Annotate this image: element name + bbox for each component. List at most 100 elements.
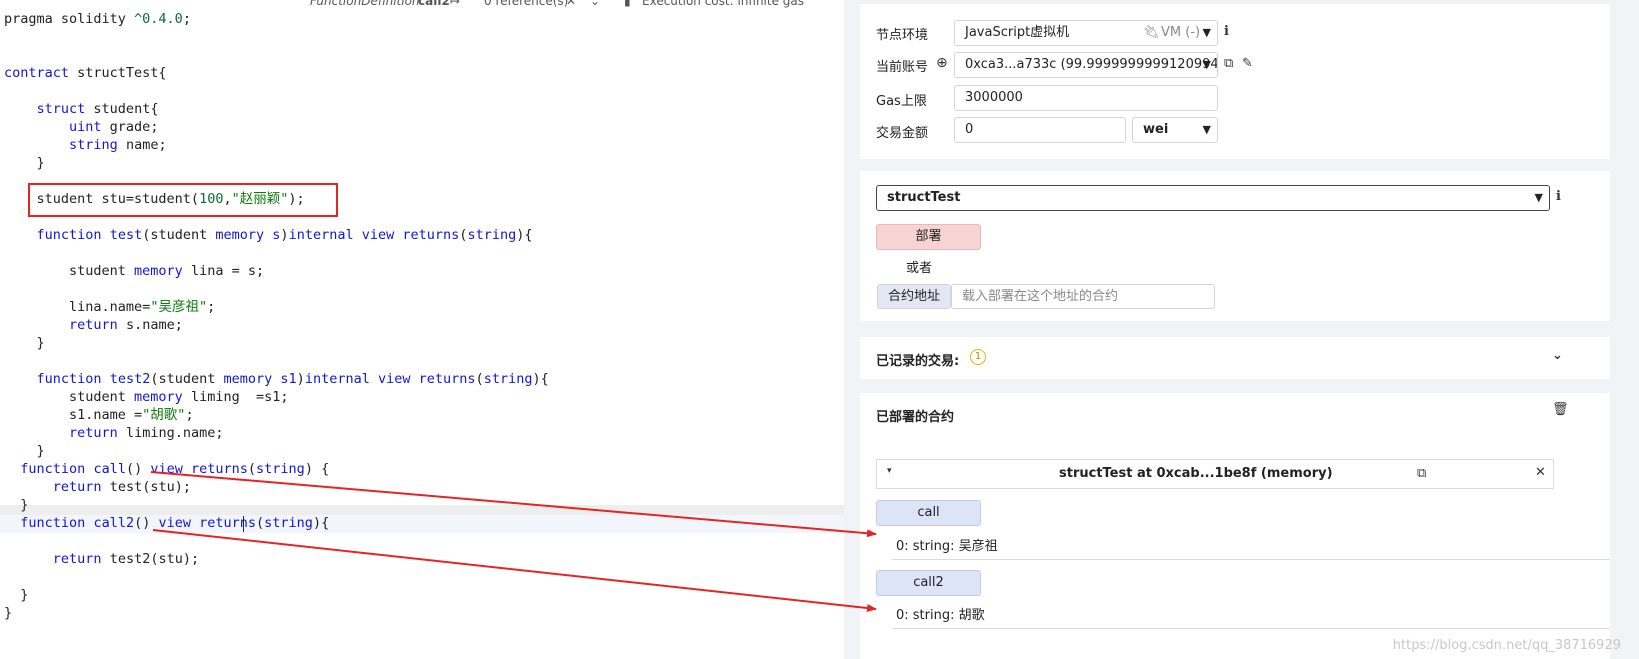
code-token: () (134, 515, 159, 531)
close-icon[interactable]: ✕ (566, 0, 576, 8)
code-token: ){ (312, 515, 330, 531)
value-label: 交易金额 (876, 126, 929, 141)
transactions-card[interactable]: 已记录的交易: 1 ⌄ (860, 337, 1610, 379)
code-token: } (4, 497, 29, 513)
call2-function-button[interactable]: call2 (876, 570, 981, 596)
code-line[interactable]: function test2(student memory s1)interna… (4, 370, 549, 388)
value-unit: wei (1143, 122, 1169, 137)
code-token: } (4, 443, 45, 459)
code-line[interactable]: pragma solidity ^0.4.0; (4, 10, 191, 28)
code-token: memory (215, 227, 265, 243)
code-token: ( (475, 371, 484, 387)
code-line[interactable]: } (4, 496, 28, 514)
code-token: s.name; (117, 317, 183, 333)
code-line[interactable]: student memory lina = s; (4, 262, 264, 280)
code-token: test(stu); (101, 479, 191, 495)
code-token: test2(stu); (101, 551, 200, 567)
code-token: pragma solidity (4, 11, 135, 27)
code-line[interactable]: return liming.name; (4, 424, 223, 442)
call-function-button[interactable]: call (876, 500, 981, 526)
info-icon[interactable]: i (1556, 189, 1561, 204)
code-token: name; (117, 137, 167, 153)
code-line[interactable]: struct student{ (4, 100, 159, 118)
code-token: struct (36, 101, 86, 117)
code-line[interactable]: function test(student memory s)internal … (4, 226, 533, 244)
code-line[interactable]: } (4, 334, 45, 352)
info-icon[interactable]: i (1224, 24, 1229, 39)
deploy-button[interactable]: 部署 (876, 224, 981, 250)
code-line[interactable]: s1.name ="胡歌"; (4, 406, 194, 424)
account-select[interactable]: 0xca3...a733c (99.9999999999120994 ▼ (954, 52, 1218, 78)
code-token: } (4, 605, 13, 621)
chevron-down-icon: ▼ (1202, 58, 1211, 71)
code-line[interactable]: } (4, 154, 45, 172)
env-value: JavaScript虚拟机 (965, 25, 1070, 40)
trash-icon[interactable]: 🗑︎ (1552, 402, 1569, 417)
chevron-down-icon[interactable]: ⌄ (590, 0, 600, 8)
code-line[interactable]: function call2() view returns(string){ (4, 514, 329, 532)
code-line[interactable]: return test(stu); (4, 478, 191, 496)
code-token: ) (280, 227, 289, 243)
code-line[interactable]: function call() view returns(string) { (4, 460, 329, 478)
call-result: 0: string: 吴彦祖 (896, 539, 998, 554)
code-token: return (52, 551, 102, 567)
code-token: returns (191, 461, 248, 477)
caret-down-icon[interactable]: ▾ (887, 466, 892, 476)
code-token: () (125, 461, 151, 477)
deployed-contracts-card: 已部署的合约 🗑︎ ▾ structTest at 0xcab...1be8f … (860, 393, 1610, 659)
code-line[interactable]: return test2(stu); (4, 550, 199, 568)
copy-icon[interactable]: ⧉ (1224, 56, 1233, 71)
code-editor[interactable]: FunctionDefinition call2 ↦ 0 reference(s… (0, 0, 844, 659)
code-line[interactable]: uint grade; (4, 118, 158, 136)
code-token: call (93, 461, 126, 477)
code-line[interactable]: student memory liming =s1; (4, 388, 288, 406)
deployed-instance-header[interactable]: ▾ structTest at 0xcab...1be8f (memory) ⧉… (876, 459, 1554, 489)
chevron-down-icon[interactable]: ⌄ (1552, 348, 1563, 363)
goto-icon[interactable]: ↦ (450, 0, 460, 8)
code-token: view (150, 461, 183, 477)
gas-limit-input[interactable]: 3000000 (954, 85, 1218, 111)
environment-select[interactable]: JavaScript虚拟机 🔌︎ VM (-) ▼ (954, 20, 1218, 46)
code-line[interactable]: string name; (4, 136, 167, 154)
transactions-label: 已记录的交易: (876, 354, 960, 369)
function-divider (892, 559, 1610, 560)
value-unit-select[interactable]: wei ▼ (1132, 117, 1218, 143)
code-token: function (20, 515, 86, 531)
code-line[interactable]: } (4, 604, 12, 622)
code-token: test2 (109, 371, 151, 387)
at-address-button[interactable]: 合约地址 (877, 284, 951, 309)
code-token: memory (134, 389, 183, 405)
editor-context-hint: FunctionDefinition call2 ↦ 0 reference(s… (0, 0, 844, 10)
copy-icon[interactable]: ⧉ (1417, 466, 1426, 481)
code-token: string (69, 137, 118, 153)
contract-select[interactable]: structTest ▼ (876, 185, 1550, 211)
code-line[interactable]: } (4, 442, 45, 460)
at-address-input[interactable]: 载入部署在这个地址的合约 (951, 284, 1215, 309)
edit-icon[interactable]: ✎ (1242, 56, 1253, 71)
code-line[interactable]: } (4, 586, 28, 604)
watermark: https://blog.csdn.net/qq_38716929 (1392, 638, 1621, 653)
code-token: (student (150, 371, 224, 387)
transactions-count-badge: 1 (970, 349, 986, 365)
value-input[interactable]: 0 (954, 117, 1126, 143)
code-token: view (361, 227, 395, 243)
code-line[interactable]: contract structTest{ (4, 64, 167, 82)
code-line[interactable]: return s.name; (4, 316, 183, 334)
code-line[interactable]: lina.name="吴彦祖"; (4, 298, 215, 316)
code-token: function (20, 461, 86, 477)
hint-execution-cost: Execution cost: infinite gas (642, 0, 805, 8)
plus-circle-icon[interactable]: ⊕ (936, 55, 948, 71)
close-icon[interactable]: ✕ (1535, 465, 1546, 480)
env-vm: VM (-) (1161, 25, 1201, 40)
code-token: liming.name; (117, 425, 224, 441)
